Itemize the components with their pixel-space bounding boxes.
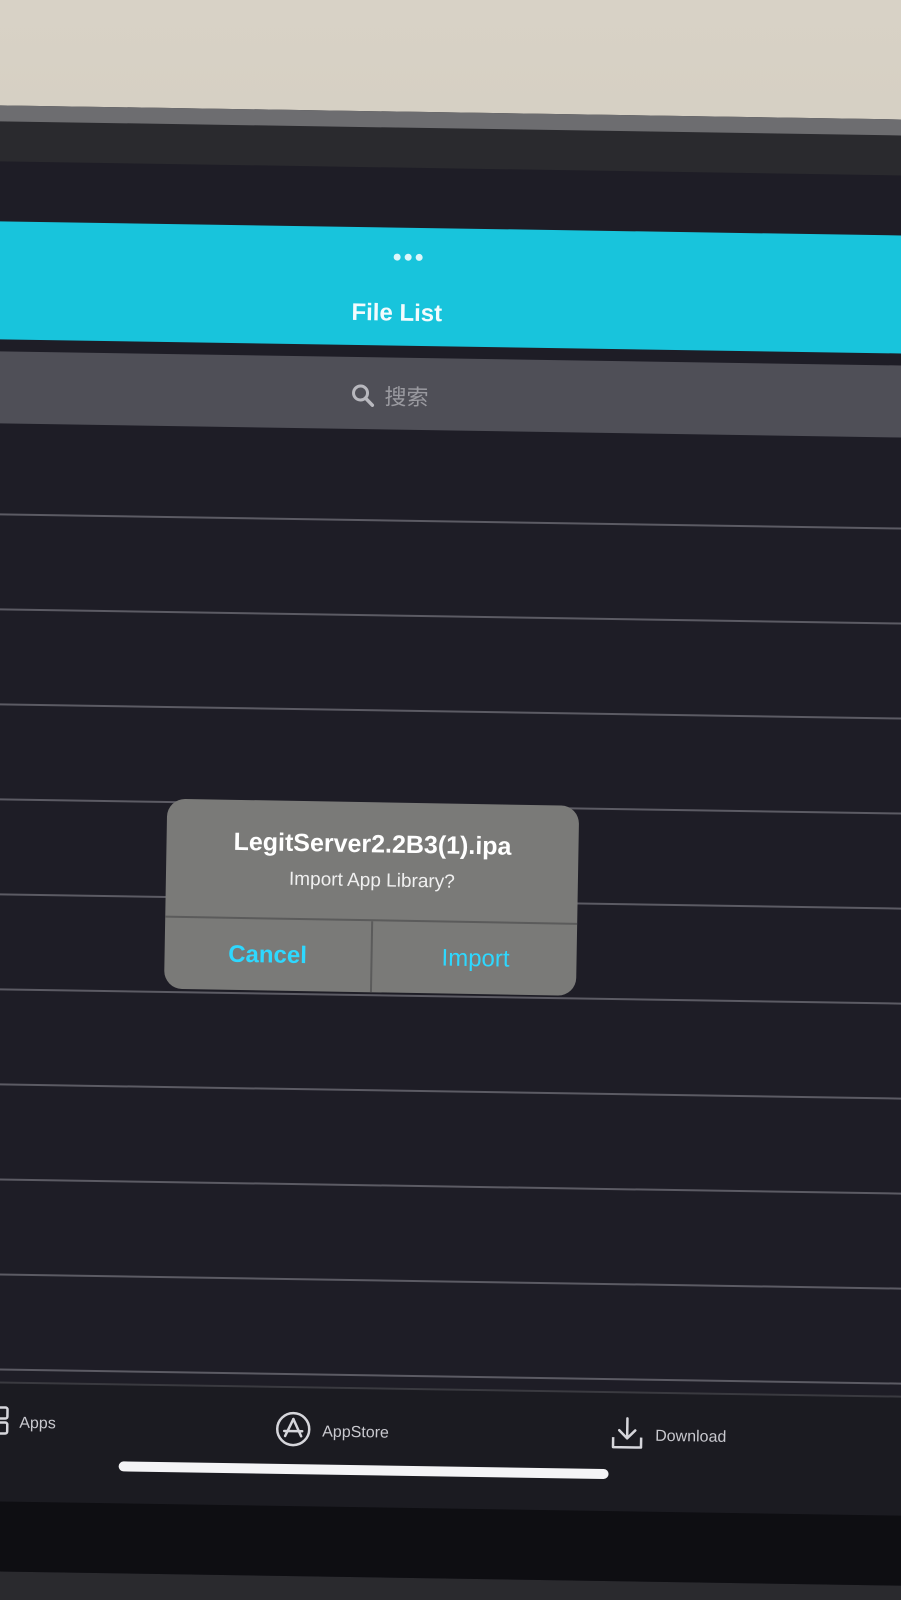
search-bar[interactable]: 搜索 [0,350,901,439]
alert-message: Import App Library? [288,868,455,893]
list-row-divider [0,512,901,531]
navigation-bar: File List [0,220,901,355]
search-field[interactable]: 搜索 [350,381,429,411]
tab-download[interactable]: Download [609,1415,727,1458]
screen-bottom-edge [0,1500,901,1586]
list-row-divider [0,607,901,626]
download-icon [609,1415,646,1457]
cancel-button[interactable]: Cancel [164,918,371,993]
list-row-divider [0,702,901,721]
tab-label: Apps [19,1414,56,1432]
search-placeholder: 搜索 [384,384,429,411]
tab-appstore[interactable]: AppStore [274,1410,389,1455]
tab-label: Download [655,1427,727,1446]
list-row-divider [0,1367,901,1385]
tablet-screen: File List 搜索 LegitServer2.2B3(1).ipa Imp… [0,160,901,1586]
tab-apps[interactable]: Apps [0,1405,56,1441]
multitasking-dots-icon[interactable] [0,243,838,271]
alert-title: LegitServer2.2B3(1).ipa [233,827,512,861]
list-row-divider [0,1177,901,1195]
tab-label: AppStore [322,1423,390,1442]
tablet-bezel: File List 搜索 LegitServer2.2B3(1).ipa Imp… [0,105,901,1600]
search-icon [350,383,375,407]
appstore-icon [274,1410,313,1454]
list-row-divider [0,1272,901,1290]
tab-bar: Apps AppStore Download [0,1380,901,1518]
import-button[interactable]: Import [372,921,579,996]
list-row-divider [0,1082,901,1100]
import-alert-dialog: LegitServer2.2B3(1).ipa Import App Libra… [163,798,580,996]
photo-background: File List 搜索 LegitServer2.2B3(1).ipa Imp… [0,0,901,1600]
page-title: File List [351,298,443,328]
apps-grid-icon [0,1405,10,1440]
